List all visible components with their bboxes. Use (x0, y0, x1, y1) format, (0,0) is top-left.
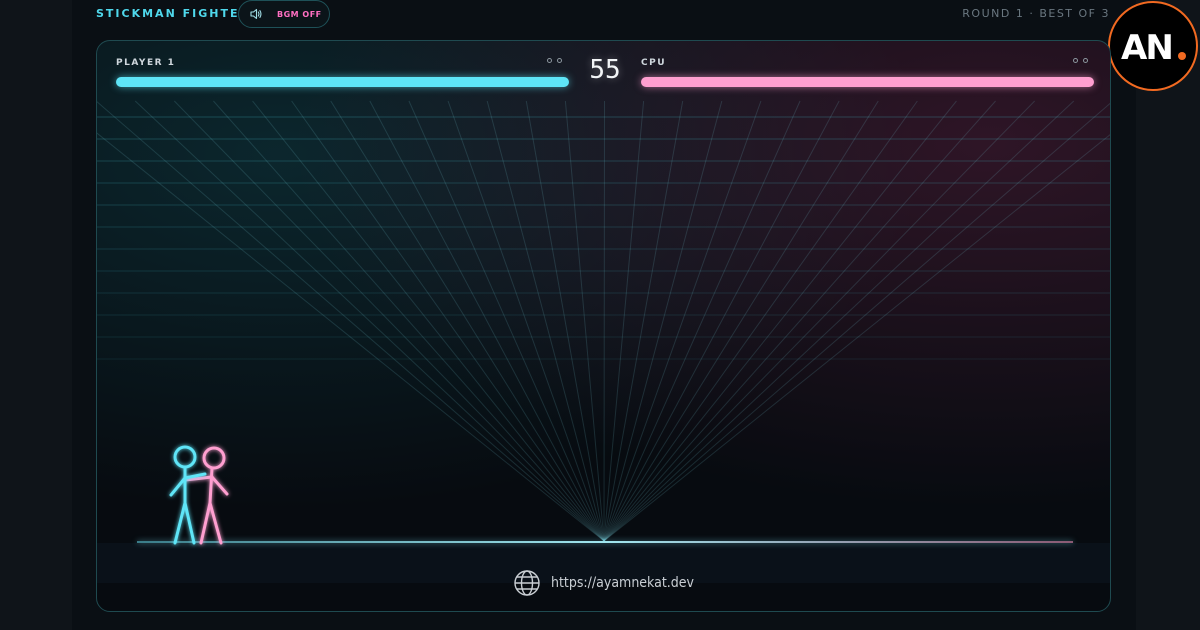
logo-dot (1178, 52, 1186, 60)
bgm-toggle-button[interactable]: BGM OFF (238, 0, 330, 28)
player-fighter (169, 445, 207, 545)
bgm-label: BGM OFF (277, 9, 322, 19)
fighters-layer (169, 445, 229, 545)
footer-url: https://ayamnekat.dev (551, 575, 694, 591)
globe-icon (514, 570, 540, 596)
brand-logo: AN (1108, 1, 1198, 91)
game-title: STICKMAN FIGHTER (96, 7, 250, 20)
logo-text: AN (1121, 28, 1172, 66)
left-margin (0, 0, 72, 630)
footer-link[interactable]: https://ayamnekat.dev (97, 565, 1110, 601)
speaker-icon (250, 8, 262, 20)
right-margin (1136, 0, 1200, 630)
logo-mark: AN (1121, 28, 1186, 66)
game-arena[interactable]: PLAYER 1 55 CPU https://ayamnekat.dev (96, 40, 1111, 612)
round-info: ROUND 1 · BEST OF 3 (962, 7, 1110, 20)
